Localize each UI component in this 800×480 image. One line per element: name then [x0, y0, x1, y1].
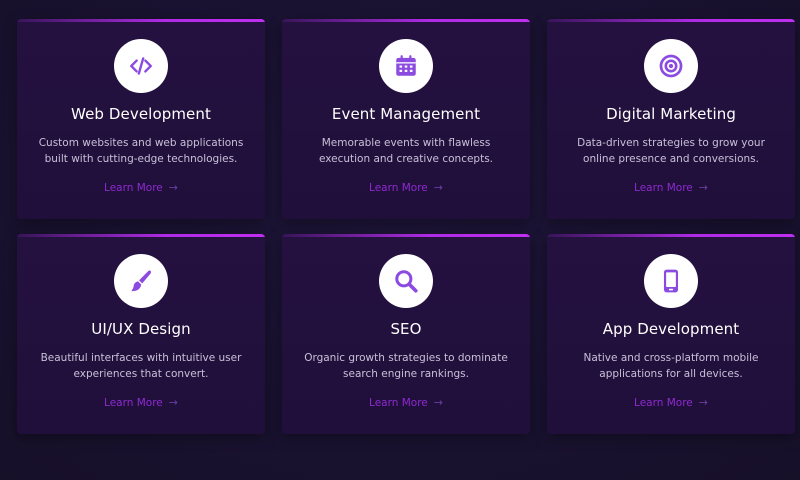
arrow-right-icon: →	[168, 396, 178, 409]
card-title: App Development	[602, 320, 740, 338]
card-accent-bar	[547, 234, 795, 237]
learn-more-link[interactable]: Learn More →	[547, 181, 795, 194]
learn-more-link[interactable]: Learn More →	[282, 396, 530, 409]
learn-more-link[interactable]: Learn More →	[17, 396, 265, 409]
card-accent-bar	[282, 19, 530, 22]
card-description: Native and cross-platform mobile applica…	[583, 352, 759, 380]
service-card-app-development: App Development Native and cross-platfor…	[547, 234, 795, 434]
learn-more-label: Learn More	[369, 396, 428, 409]
card-accent-bar	[17, 234, 265, 237]
services-section: Web Development Custom websites and web …	[0, 0, 800, 480]
arrow-right-icon: →	[168, 181, 178, 194]
icon-badge	[644, 254, 698, 308]
card-description: Beautiful interfaces with intuitive user…	[40, 352, 242, 380]
paintbrush-icon	[131, 270, 152, 292]
card-description: Memorable events with flawless execution…	[318, 137, 494, 165]
learn-more-label: Learn More	[369, 181, 428, 194]
card-accent-bar	[17, 19, 265, 22]
learn-more-label: Learn More	[634, 396, 693, 409]
learn-more-label: Learn More	[104, 396, 163, 409]
service-card-seo: SEO Organic growth strategies to dominat…	[282, 234, 530, 434]
calendar-icon	[396, 55, 416, 76]
card-accent-bar	[282, 234, 530, 237]
icon-badge	[379, 254, 433, 308]
service-card-web-development: Web Development Custom websites and web …	[17, 19, 265, 219]
icon-badge	[114, 254, 168, 308]
services-grid: Web Development Custom websites and web …	[17, 19, 795, 434]
card-description: Custom websites and web applications bui…	[38, 137, 244, 165]
card-title: Digital Marketing	[606, 105, 736, 123]
icon-badge	[379, 39, 433, 93]
learn-more-label: Learn More	[634, 181, 693, 194]
icon-badge	[644, 39, 698, 93]
card-description: Organic growth strategies to dominate se…	[304, 352, 508, 380]
search-icon	[395, 270, 418, 293]
card-accent-bar	[547, 19, 795, 22]
target-icon	[659, 54, 683, 78]
code-icon	[130, 57, 152, 75]
card-description: Data-driven strategies to grow your onli…	[577, 137, 765, 165]
service-card-event-management: Event Management Memorable events with f…	[282, 19, 530, 219]
service-card-ui-ux-design: UI/UX Design Beautiful interfaces with i…	[17, 234, 265, 434]
icon-badge	[114, 39, 168, 93]
arrow-right-icon: →	[698, 181, 708, 194]
card-title: Event Management	[331, 105, 481, 123]
service-card-digital-marketing: Digital Marketing Data-driven strategies…	[547, 19, 795, 219]
learn-more-link[interactable]: Learn More →	[282, 181, 530, 194]
card-title: UI/UX Design	[91, 320, 191, 338]
learn-more-link[interactable]: Learn More →	[547, 396, 795, 409]
arrow-right-icon: →	[433, 181, 443, 194]
learn-more-link[interactable]: Learn More →	[17, 181, 265, 194]
learn-more-label: Learn More	[104, 181, 163, 194]
arrow-right-icon: →	[698, 396, 708, 409]
mobile-phone-icon	[663, 269, 679, 293]
card-title: SEO	[390, 320, 422, 338]
arrow-right-icon: →	[433, 396, 443, 409]
card-title: Web Development	[71, 105, 211, 123]
